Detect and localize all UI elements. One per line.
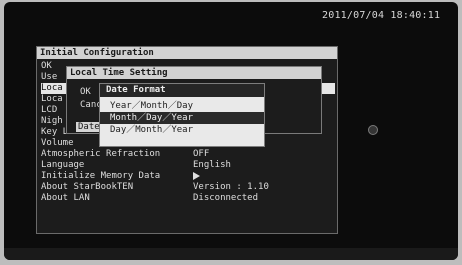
row-label: Volume <box>41 138 74 148</box>
bottom-bar <box>4 248 458 260</box>
local-time-ok-button[interactable]: OK <box>80 87 91 97</box>
date-format-title: Date Format <box>100 84 264 97</box>
right-triangle-icon <box>193 171 200 182</box>
settings-row-about-lan[interactable]: About LAN Disconnected <box>41 193 335 204</box>
row-label: About StarBookTEN <box>41 182 134 192</box>
date-format-option-dmy[interactable]: Day／Month／Year <box>100 124 264 136</box>
row-label: Loca <box>41 83 63 93</box>
row-label: LCD <box>41 105 58 115</box>
row-label: About LAN <box>41 193 90 203</box>
row-label: Initialize Memory Data <box>41 171 161 181</box>
date-format-popup: Date Format Year／Month／Day Month／Day／Yea… <box>99 83 265 147</box>
date-format-option-mdy[interactable]: Month／Day／Year <box>100 112 264 124</box>
settings-row-atmospheric-refraction[interactable]: Atmospheric Refraction OFF <box>41 149 335 160</box>
row-label: Nigh <box>41 116 63 126</box>
local-time-date-item[interactable]: Date <box>76 122 102 132</box>
clock-readout: 2011/07/04 18:40:11 <box>322 10 441 21</box>
circle-icon <box>368 125 378 135</box>
local-time-setting-title: Local Time Setting <box>67 67 321 79</box>
row-label: OK <box>41 61 52 71</box>
date-format-option-ymd[interactable]: Year／Month／Day <box>100 100 264 112</box>
settings-row-initialize-memory[interactable]: Initialize Memory Data <box>41 171 335 182</box>
row-label: Atmospheric Refraction <box>41 149 161 159</box>
row-label: Loca <box>41 94 63 104</box>
row-value: Disconnected <box>193 193 259 203</box>
row-label: Use <box>41 72 58 82</box>
row-label: Language <box>41 160 85 170</box>
device-screen: 2011/07/04 18:40:11 Initial Configuratio… <box>4 2 458 260</box>
initial-configuration-title: Initial Configuration <box>37 47 337 59</box>
row-value: OFF <box>193 149 210 159</box>
row-value: English <box>193 160 231 170</box>
settings-row-about-starbook[interactable]: About StarBookTEN Version : 1.10 <box>41 182 335 193</box>
settings-row-language[interactable]: Language English <box>41 160 335 171</box>
row-value: Version : 1.10 <box>193 182 269 192</box>
